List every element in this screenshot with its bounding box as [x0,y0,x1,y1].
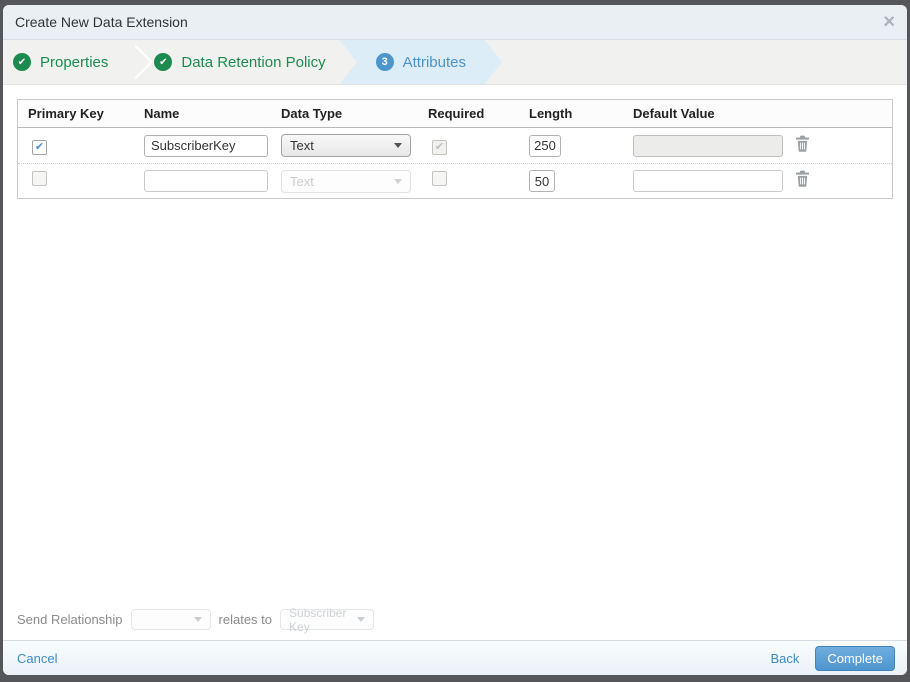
step-properties[interactable]: ✔ Properties [3,40,122,84]
attributes-panel: Primary Key Name Data Type Required Leng… [3,85,907,640]
length-input[interactable] [529,170,555,192]
data-type-select: Text [281,169,411,193]
wizard-steps: ✔ Properties ✔ Data Retention Policy 3 A… [3,40,907,85]
relates-to-label: relates to [218,612,273,627]
modal-footer: Cancel Back Complete [3,640,907,675]
data-type-value: Text [290,173,314,189]
step-number-badge: 3 [376,53,394,71]
field-name-input[interactable] [144,134,268,157]
delete-row-trash-icon[interactable] [795,170,810,192]
complete-button[interactable]: Complete [815,645,895,671]
default-value-input [633,134,783,157]
attributes-table: Primary Key Name Data Type Required Leng… [17,99,893,199]
caret-down-icon [193,617,202,622]
close-icon[interactable]: × [883,12,895,32]
col-header-default-value: Default Value [633,106,715,121]
modal-titlebar: Create New Data Extension × [3,5,907,40]
required-checkbox: ✔ [432,139,447,155]
step-separator-chevron [122,40,144,84]
primary-key-checkbox[interactable] [32,171,47,186]
delete-row-trash-icon[interactable] [795,135,810,157]
col-header-name: Name [144,106,180,121]
send-relationship-field-select [130,609,211,630]
col-header-data-type: Data Type [281,106,343,121]
step-attributes-current[interactable]: 3 Attributes [340,40,502,84]
cancel-link[interactable]: Cancel [17,651,57,666]
send-relationship-row: Send Relationship relates to Subscriber … [17,606,375,634]
length-input[interactable] [529,134,561,157]
col-header-length: Length [529,106,573,121]
col-header-required: Required [428,106,485,121]
modal-title: Create New Data Extension [15,14,188,30]
field-name-input[interactable] [144,170,268,192]
caret-down-icon [357,617,366,622]
relates-to-field-value: Subscriber Key [289,605,347,634]
step-complete-check-icon: ✔ [13,53,31,71]
data-type-value: Text [290,138,314,153]
step-label: Properties [40,53,109,71]
caret-down-icon [394,178,402,184]
step-data-retention-policy[interactable]: ✔ Data Retention Policy [144,40,339,84]
step-complete-check-icon: ✔ [154,53,173,71]
send-relationship-label: Send Relationship [17,612,123,627]
step-label: Attributes [402,53,466,71]
col-header-primary-key: Primary Key [28,106,104,121]
table-row: ✔ Text ✔ [18,128,892,163]
caret-down-icon [394,143,402,148]
primary-key-checkbox[interactable]: ✔ [32,139,47,155]
create-data-extension-modal: Create New Data Extension × ✔ Properties… [3,5,907,675]
default-value-input[interactable] [633,170,783,192]
relates-to-field-select: Subscriber Key [280,606,375,634]
table-header-row: Primary Key Name Data Type Required Leng… [18,100,892,128]
data-type-select[interactable]: Text [281,134,411,157]
back-link[interactable]: Back [770,651,799,666]
required-checkbox[interactable] [432,171,447,186]
table-row: Text [18,163,892,198]
step-label: Data Retention Policy [181,53,326,71]
